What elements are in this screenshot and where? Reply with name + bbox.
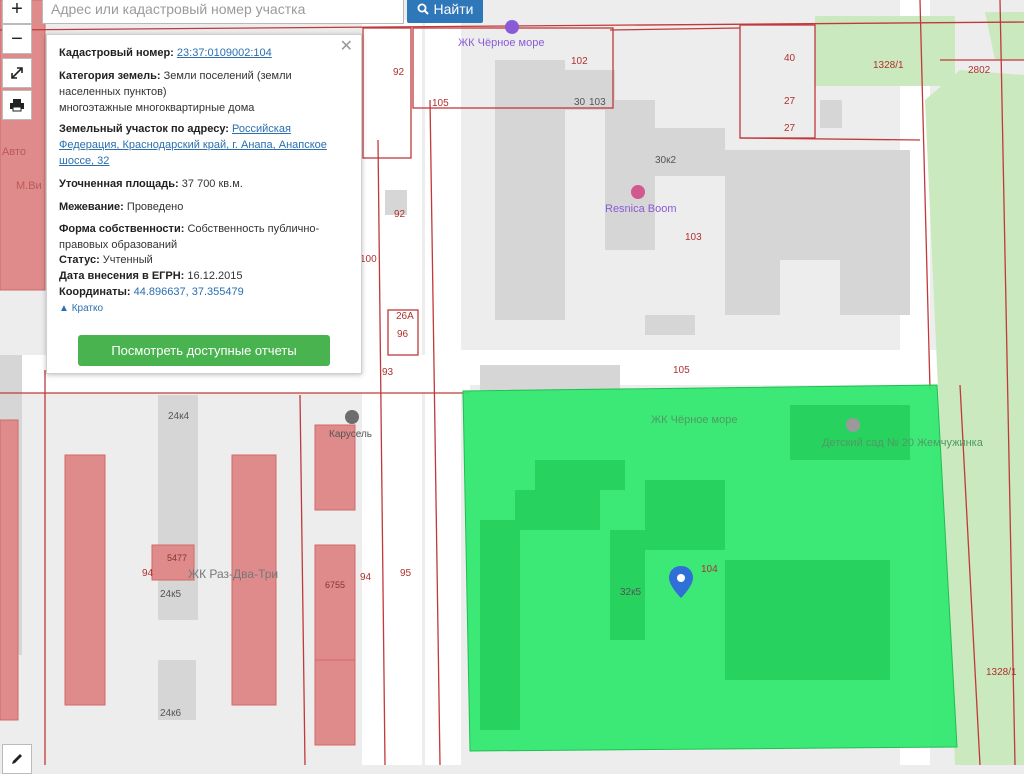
- plot-label: 95: [400, 568, 412, 579]
- egrn-label: Дата внесения в ЕГРН:: [59, 270, 185, 282]
- category-label: Категория земель:: [59, 70, 161, 82]
- category-use: многоэтажные многоквартирные дома: [59, 102, 255, 114]
- caret-up-icon: ▲: [59, 303, 69, 314]
- view-reports-button[interactable]: Посмотреть доступные отчеты: [78, 335, 330, 366]
- expand-icon: [11, 67, 23, 79]
- pencil-icon: [12, 754, 22, 764]
- brief-toggle[interactable]: ▲ Кратко: [59, 301, 103, 317]
- bag-icon: [505, 20, 519, 34]
- area-label: Детский сад № 20 Жемчужинка: [822, 437, 984, 449]
- plot-label: 94: [142, 568, 154, 579]
- plot-label: 102: [571, 56, 588, 67]
- plot-label: 94: [360, 572, 372, 583]
- plane-icon: [345, 410, 359, 424]
- cadastral-link[interactable]: 23:37:0109002:104: [177, 47, 272, 59]
- cadastral-label: Кадастровый номер:: [59, 47, 174, 59]
- print-button[interactable]: [2, 90, 32, 120]
- plot-label: 103: [685, 232, 702, 243]
- plot-label: 93: [382, 367, 394, 378]
- poi-label: Resnica Boom: [605, 203, 677, 215]
- survey-label: Межевание:: [59, 201, 124, 213]
- plot-label: 27: [784, 123, 796, 134]
- poi-label: ЖК Чёрное море: [458, 37, 544, 49]
- search-icon: [417, 3, 429, 15]
- search-button[interactable]: Найти: [407, 0, 483, 23]
- poi-label: Авто: [2, 146, 26, 158]
- ownership-label: Форма собственности:: [59, 223, 185, 235]
- zoom-in-button[interactable]: +: [2, 0, 32, 24]
- plot-label: 100: [360, 254, 377, 265]
- building-label: 6755: [325, 580, 345, 590]
- area-value: 37 700 кв.м.: [181, 178, 243, 190]
- close-icon[interactable]: ✕: [340, 39, 353, 55]
- address-label: Земельный участок по адресу:: [59, 123, 229, 135]
- status-value: Учтенный: [102, 254, 153, 266]
- building-label: 103: [589, 97, 606, 108]
- fullscreen-button[interactable]: [2, 58, 32, 88]
- plot-label: 96: [397, 329, 409, 340]
- egrn-value: 16.12.2015: [187, 270, 243, 282]
- plot-label: 1328/1: [986, 667, 1017, 678]
- plot-label: 105: [673, 365, 690, 376]
- plot-label: 1328/1: [873, 60, 904, 71]
- coords-value[interactable]: 44.896637, 37.355479: [134, 286, 244, 298]
- draw-button[interactable]: [2, 744, 32, 774]
- printer-icon: [10, 99, 24, 112]
- poi-label: М.Ви: [16, 180, 42, 192]
- school-icon: [846, 418, 860, 432]
- parcel-info-popup: ✕ Кадастровый номер: 23:37:0109002:104 К…: [46, 34, 362, 374]
- coords-label: Координаты:: [59, 286, 131, 298]
- building-label: 30к2: [655, 155, 676, 166]
- plot-label: 26А: [396, 311, 414, 322]
- building-label: 24к5: [160, 589, 181, 600]
- status-label: Статус:: [59, 254, 100, 266]
- area-label: Уточненная площадь:: [59, 178, 179, 190]
- building-label: 5477: [167, 553, 187, 563]
- area-label: ЖК Чёрное море: [651, 414, 737, 426]
- brief-label: Кратко: [71, 303, 104, 314]
- plot-label: 92: [394, 209, 406, 220]
- survey-value: Проведено: [126, 201, 184, 213]
- poi-label: Карусель: [329, 429, 372, 440]
- building-label: 24к6: [160, 708, 181, 719]
- flower-icon: [631, 185, 645, 199]
- search-button-label: Найти: [433, 0, 474, 17]
- building-label: 24к4: [168, 411, 189, 422]
- plot-label: 2802: [968, 65, 991, 76]
- plot-label: 104: [701, 564, 718, 575]
- building-label: 30: [574, 97, 586, 108]
- plot-label: 105: [432, 98, 449, 109]
- building-label: 32к5: [620, 587, 641, 598]
- plot-label: 92: [393, 67, 405, 78]
- plot-label: 27: [784, 96, 796, 107]
- zoom-out-button[interactable]: −: [2, 24, 32, 54]
- search-input[interactable]: [42, 0, 404, 24]
- area-label: ЖК Раз-Два-Три: [188, 567, 278, 581]
- plot-label: 40: [784, 53, 796, 64]
